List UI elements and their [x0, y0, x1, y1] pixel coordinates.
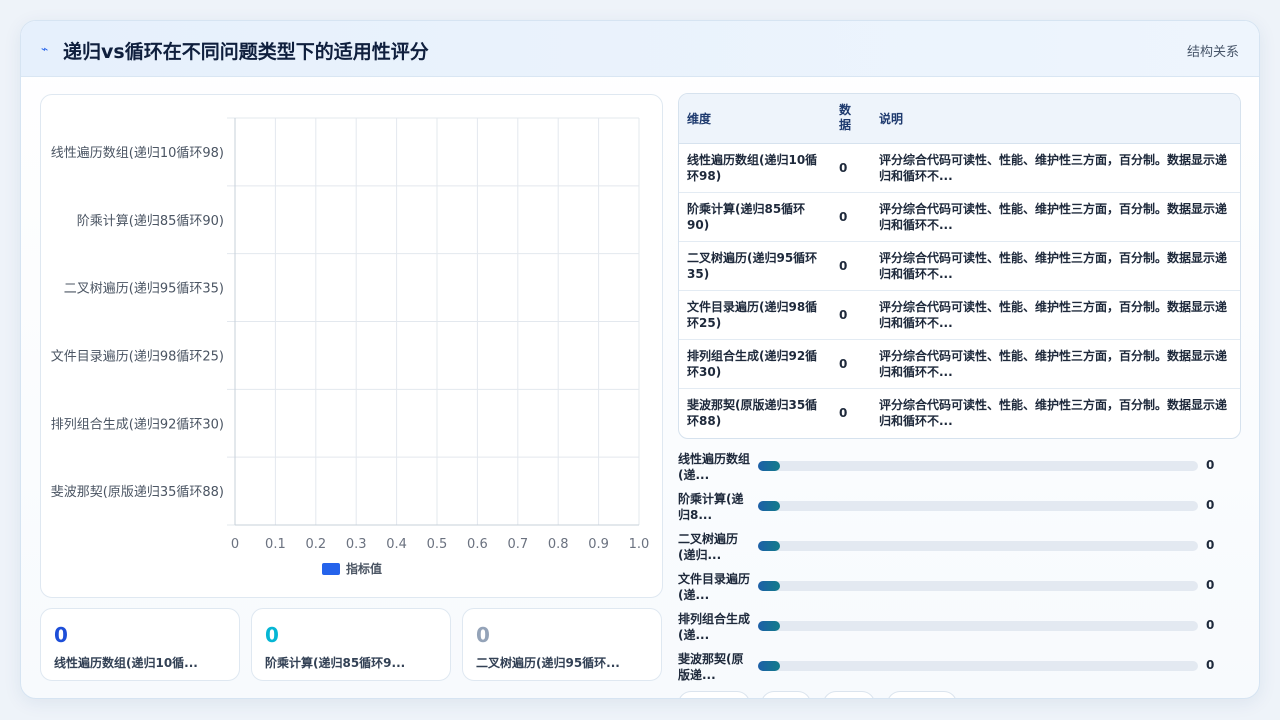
progress-value: 0	[1206, 618, 1215, 632]
progress-label: 文件目录遍历(递...	[678, 572, 751, 602]
progress-value: 0	[1206, 538, 1215, 552]
table-cell-dimension: 排列组合生成(递归92循环30)	[679, 339, 831, 389]
progress-fill	[758, 661, 780, 671]
filter-chip[interactable]	[678, 691, 750, 698]
progress-row: 文件目录遍历(递... 0	[678, 571, 1218, 605]
progress-row: 线性遍历数组(递... 0	[678, 451, 1218, 485]
bar-chart: 0 0.1 0.2 0.3 0.4 0.5 0.6 0.7 0.8 0.9 1.0 线性遍历数组(递归…	[51, 117, 650, 576]
progress-label: 排列组合生成(递...	[678, 612, 751, 642]
progress-track	[758, 621, 1198, 631]
table-cell-description: 评分综合代码可读性、性能、维护性三方面，百分制。数据显示递归和循环不...	[871, 241, 1240, 291]
progress-track	[758, 541, 1198, 551]
progress-row: 阶乘计算(递归8... 0	[678, 491, 1218, 525]
table-row: 阶乘计算(递归85循环90) 0 评分综合代码可读性、性能、维护性三方面，百分制…	[679, 192, 1240, 242]
x-tick-label: 0.4	[386, 537, 407, 552]
x-tick-label: 0.6	[467, 537, 488, 552]
progress-fill	[758, 621, 780, 631]
table-cell-description: 评分综合代码可读性、性能、维护性三方面，百分制。数据显示递归和循环不...	[879, 397, 1228, 428]
table-row: 文件目录遍历(递归98循环25) 0 评分综合代码可读性、性能、维护性三方面，百…	[679, 290, 1240, 340]
table-cell-value: 0	[831, 339, 871, 389]
progress-track	[758, 581, 1198, 591]
progress-track	[758, 461, 1198, 471]
progress-value: 0	[1206, 458, 1215, 472]
legend-label: 指标值	[346, 561, 382, 576]
lightning-icon: ⌁	[41, 42, 49, 56]
kpi-value: 0	[476, 623, 490, 647]
table-cell-description: 评分综合代码可读性、性能、维护性三方面，百分制。数据显示递归和循环不...	[871, 143, 1240, 193]
kpi-card-1: 0 线性遍历数组(递归10循...	[40, 608, 240, 681]
y-tick-label: 排列组合生成(递归92循环30)	[51, 417, 224, 432]
y-tick-label: 阶乘计算(递归85循环90)	[77, 214, 224, 229]
x-tick-label: 0.8	[548, 537, 569, 552]
chart-panel: 0 0.1 0.2 0.3 0.4 0.5 0.6 0.7 0.8 0.9 1.0 线性遍历数组(递归…	[40, 94, 663, 598]
filter-chip[interactable]	[761, 691, 811, 698]
x-tick-label: 0.5	[427, 537, 448, 552]
progress-row: 二叉树遍历(递归... 0	[678, 531, 1218, 565]
page-title: 递归vs循环在不同问题类型下的适用性评分	[63, 41, 429, 63]
table-cell-value: 0	[839, 405, 848, 420]
table-header-row: 维度 数据 说明	[679, 94, 1240, 144]
progress-value: 0	[1206, 498, 1215, 512]
filter-chip[interactable]	[823, 691, 875, 698]
progress-label: 斐波那契(原版递...	[678, 652, 744, 682]
kpi-label: 线性遍历数组(递归10循...	[54, 656, 198, 670]
table-cell-dimension: 二叉树遍历(递归95循环35)	[679, 241, 831, 291]
x-tick-label: 0	[231, 537, 239, 552]
kpi-value: 0	[54, 623, 68, 647]
progress-label: 线性遍历数组(递...	[678, 452, 751, 482]
y-tick-label: 文件目录遍历(递归98循环25)	[51, 348, 224, 364]
progress-value: 0	[1206, 578, 1215, 592]
table-cell-description: 评分综合代码可读性、性能、维护性三方面，百分制。数据显示递归和循环不...	[871, 192, 1240, 242]
table-cell-value: 0	[831, 192, 871, 242]
table-header-value: 数据	[831, 94, 871, 144]
y-tick-label: 二叉树遍历(递归95循环35)	[64, 281, 224, 297]
x-tick-label: 0.2	[305, 537, 326, 552]
progress-row: 斐波那契(原版递... 0	[678, 651, 1218, 685]
y-tick-label: 斐波那契(原版递归35循环88)	[51, 485, 224, 500]
progress-label: 阶乘计算(递归8...	[678, 492, 744, 522]
table-cell-value: 0	[831, 241, 871, 291]
kpi-value: 0	[265, 623, 279, 647]
header-tag[interactable]: 结构关系	[1187, 41, 1239, 60]
table-header-dimension: 维度	[679, 94, 831, 144]
x-tick-label: 0.7	[507, 537, 528, 552]
legend-swatch	[322, 563, 340, 575]
table-cell-dimension: 斐波那契(原版递归35循环88)	[687, 397, 818, 428]
table-cell-dimension: 文件目录遍历(递归98循环25)	[679, 290, 831, 340]
progress-fill	[758, 541, 780, 551]
table-row: 二叉树遍历(递归95循环35) 0 评分综合代码可读性、性能、维护性三方面，百分…	[679, 241, 1240, 291]
table-cell-value: 0	[831, 290, 871, 340]
x-tick-label: 0.1	[265, 537, 286, 552]
table-cell-description: 评分综合代码可读性、性能、维护性三方面，百分制。数据显示递归和循环不...	[871, 339, 1240, 389]
progress-track	[758, 501, 1198, 511]
dashboard-card: ⌁ 递归vs循环在不同问题类型下的适用性评分 结构关系 0 0.1 0.2 0.3 0.…	[20, 20, 1260, 699]
progress-fill	[758, 461, 780, 471]
progress-row: 排列组合生成(递... 0	[678, 611, 1218, 645]
x-tick-label: 0.3	[346, 537, 367, 552]
table-header-description: 说明	[871, 94, 1240, 144]
x-tick-label: 0.9	[588, 537, 609, 552]
data-table: 维度 数据 说明 线性遍历数组(递归10循环98) 0 评分综合代码可读性、性能…	[678, 93, 1241, 439]
table-row: 斐波那契(原版递归35循环88) 0 评分综合代码可读性、性能、维护性三方面，百…	[679, 388, 1240, 437]
table-cell-dimension: 线性遍历数组(递归10循环98)	[679, 143, 831, 193]
filter-chip[interactable]	[887, 691, 957, 698]
table-cell-dimension: 阶乘计算(递归85循环90)	[679, 192, 831, 242]
progress-fill	[758, 501, 780, 511]
table-row: 线性遍历数组(递归10循环98) 0 评分综合代码可读性、性能、维护性三方面，百…	[679, 143, 1240, 193]
x-tick-label: 1.0	[629, 537, 650, 552]
progress-fill	[758, 581, 780, 591]
kpi-label: 二叉树遍历(递归95循环...	[476, 656, 620, 670]
kpi-card-3: 0 二叉树遍历(递归95循环...	[462, 608, 662, 681]
y-tick-label: 线性遍历数组(递归10循环98)	[51, 145, 224, 161]
table-cell-value: 0	[831, 143, 871, 193]
progress-label: 二叉树遍历(递归...	[678, 532, 739, 562]
table-row: 排列组合生成(递归92循环30) 0 评分综合代码可读性、性能、维护性三方面，百…	[679, 339, 1240, 389]
card-header: ⌁ 递归vs循环在不同问题类型下的适用性评分 结构关系	[21, 21, 1259, 77]
kpi-card-2: 0 阶乘计算(递归85循环9...	[251, 608, 451, 681]
kpi-label: 阶乘计算(递归85循环9...	[265, 656, 406, 670]
table-cell-description: 评分综合代码可读性、性能、维护性三方面，百分制。数据显示递归和循环不...	[871, 290, 1240, 340]
progress-value: 0	[1206, 658, 1215, 672]
progress-track	[758, 661, 1198, 671]
